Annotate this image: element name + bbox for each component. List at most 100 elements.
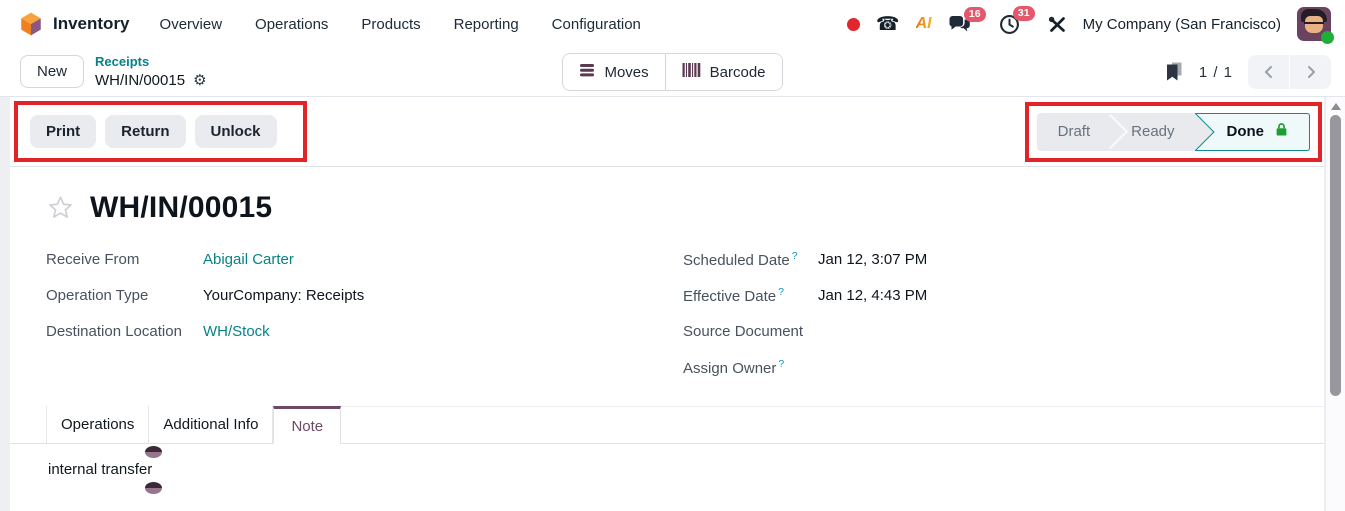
voip-phone-icon[interactable]: ☎ <box>876 15 900 34</box>
selection-handle-icon[interactable] <box>145 482 162 494</box>
field-label: Source Document <box>683 323 818 340</box>
help-marker: ? <box>792 250 798 262</box>
user-avatar[interactable] <box>1297 7 1331 41</box>
print-button[interactable]: Print <box>30 115 96 148</box>
field-label: Scheduled Date <box>683 252 790 269</box>
vertical-scrollbar[interactable] <box>1325 97 1345 511</box>
notebook-tabs: Operations Additional Info Note <box>10 406 1324 444</box>
field-receive-from: Receive From Abigail Carter <box>46 241 683 277</box>
form-status-row: Print Return Unlock Draft Ready Done <box>10 97 1324 167</box>
annotation-box-actions: Print Return Unlock <box>14 101 307 162</box>
help-marker: ? <box>778 358 784 370</box>
avatar-glasses <box>1304 22 1324 28</box>
field-scheduled-date: Scheduled Date? Jan 12, 3:07 PM <box>683 241 1288 277</box>
menu-reporting[interactable]: Reporting <box>454 16 519 33</box>
ai-icon[interactable]: AI <box>916 15 932 33</box>
tabs-lead-spacer <box>10 406 46 444</box>
note-tab-content[interactable]: internal transfer <box>10 444 1324 478</box>
recording-indicator-icon[interactable] <box>847 18 860 31</box>
statusbar: Draft Ready Done <box>1037 113 1310 151</box>
navbar-left: Inventory Overview Operations Products R… <box>18 11 641 37</box>
menu-products[interactable]: Products <box>361 16 420 33</box>
field-assign-owner: Assign Owner? <box>683 349 1288 385</box>
moves-label: Moves <box>604 64 648 81</box>
barcode-icon <box>682 62 701 82</box>
help-marker: ? <box>778 286 784 298</box>
tabs-filler <box>341 406 1324 444</box>
selection-handle-icon[interactable] <box>145 446 162 458</box>
field-destination-location: Destination Location WH/Stock <box>46 313 683 349</box>
bookmark-icon[interactable] <box>1163 62 1184 82</box>
top-navbar: Inventory Overview Operations Products R… <box>0 0 1345 48</box>
status-done-label: Done <box>1227 123 1265 140</box>
view-switcher: Moves Barcode <box>562 53 782 91</box>
scheduled-date-value[interactable]: Jan 12, 3:07 PM <box>818 251 927 268</box>
sheet-body: WH/IN/00015 Receive From Abigail Carter … <box>10 167 1324 385</box>
field-operation-type: Operation Type YourCompany: Receipts <box>46 277 683 313</box>
breadcrumb: Receipts WH/IN/00015 ⚙ <box>95 54 207 90</box>
favorite-star-icon[interactable] <box>46 194 75 223</box>
field-column-right: Scheduled Date? Jan 12, 3:07 PM Effectiv… <box>683 241 1288 385</box>
online-status-dot <box>1321 31 1334 44</box>
annotation-box-statusbar: Draft Ready Done <box>1025 102 1322 162</box>
tab-additional-info[interactable]: Additional Info <box>148 406 273 444</box>
activities-badge: 31 <box>1013 6 1035 22</box>
company-switcher[interactable]: My Company (San Francisco) <box>1083 16 1281 33</box>
field-label: Receive From <box>46 251 203 268</box>
gear-icon[interactable]: ⚙ <box>193 73 206 88</box>
scrollbar-up-arrow-icon[interactable] <box>1331 103 1341 110</box>
breadcrumb-area: New Receipts WH/IN/00015 ⚙ <box>20 54 207 90</box>
field-effective-date: Effective Date? Jan 12, 4:43 PM <box>683 277 1288 313</box>
return-button[interactable]: Return <box>105 115 185 148</box>
unlock-button[interactable]: Unlock <box>195 115 277 148</box>
pager-next-button[interactable] <box>1290 55 1331 89</box>
partner-link[interactable]: Abigail Carter <box>203 251 294 268</box>
status-step-done[interactable]: Done <box>1196 113 1311 151</box>
pager-previous-button[interactable] <box>1248 55 1289 89</box>
barcode-label: Barcode <box>710 64 766 81</box>
operation-type-value[interactable]: YourCompany: Receipts <box>203 287 364 304</box>
chevron-right-icon <box>1304 65 1318 79</box>
field-label: Operation Type <box>46 287 203 304</box>
pager-buttons <box>1248 55 1331 89</box>
breadcrumb-current: WH/IN/00015 <box>95 71 185 91</box>
pager-count[interactable]: 1 / 1 <box>1199 64 1233 81</box>
activities-icon[interactable]: 31 <box>999 14 1020 35</box>
new-button[interactable]: New <box>20 55 84 88</box>
control-panel: New Receipts WH/IN/00015 ⚙ Moves <box>0 48 1345 97</box>
field-source-document: Source Document <box>683 313 1288 349</box>
chevron-left-icon <box>1262 65 1276 79</box>
inventory-app-icon[interactable] <box>18 11 44 37</box>
barcode-button[interactable]: Barcode <box>665 54 782 90</box>
pager-area: 1 / 1 <box>1163 55 1331 89</box>
effective-date-value[interactable]: Jan 12, 4:43 PM <box>818 287 927 304</box>
moves-button[interactable]: Moves <box>563 54 664 90</box>
tools-icon[interactable] <box>1048 15 1067 34</box>
field-column-left: Receive From Abigail Carter Operation Ty… <box>46 241 683 385</box>
menu-overview[interactable]: Overview <box>160 16 223 33</box>
note-text[interactable]: internal transfer <box>48 461 152 478</box>
field-label: Destination Location <box>46 323 203 340</box>
app-name[interactable]: Inventory <box>53 14 130 34</box>
main-menu: Overview Operations Products Reporting C… <box>160 16 641 33</box>
tab-operations[interactable]: Operations <box>46 406 148 444</box>
breadcrumb-receipts-link[interactable]: Receipts <box>95 54 207 71</box>
lock-icon <box>1274 122 1289 141</box>
title-row: WH/IN/00015 <box>46 191 1288 225</box>
moves-icon <box>579 63 595 81</box>
menu-operations[interactable]: Operations <box>255 16 328 33</box>
field-label: Effective Date <box>683 288 776 305</box>
field-grid: Receive From Abigail Carter Operation Ty… <box>46 241 1288 385</box>
menu-configuration[interactable]: Configuration <box>552 16 641 33</box>
tab-note[interactable]: Note <box>273 406 341 444</box>
messages-badge: 16 <box>964 7 986 23</box>
form-sheet: Print Return Unlock Draft Ready Done <box>10 97 1324 511</box>
field-label: Assign Owner <box>683 360 776 377</box>
note-text-wrap: internal transfer <box>48 461 152 478</box>
location-link[interactable]: WH/Stock <box>203 323 270 340</box>
messages-icon[interactable]: 16 <box>948 15 971 34</box>
systray: ☎ AI 16 31 My Company (San Francisco) <box>847 7 1331 41</box>
scrollbar-thumb[interactable] <box>1330 115 1341 396</box>
document-title: WH/IN/00015 <box>90 191 272 225</box>
main-area: Print Return Unlock Draft Ready Done <box>0 97 1345 511</box>
